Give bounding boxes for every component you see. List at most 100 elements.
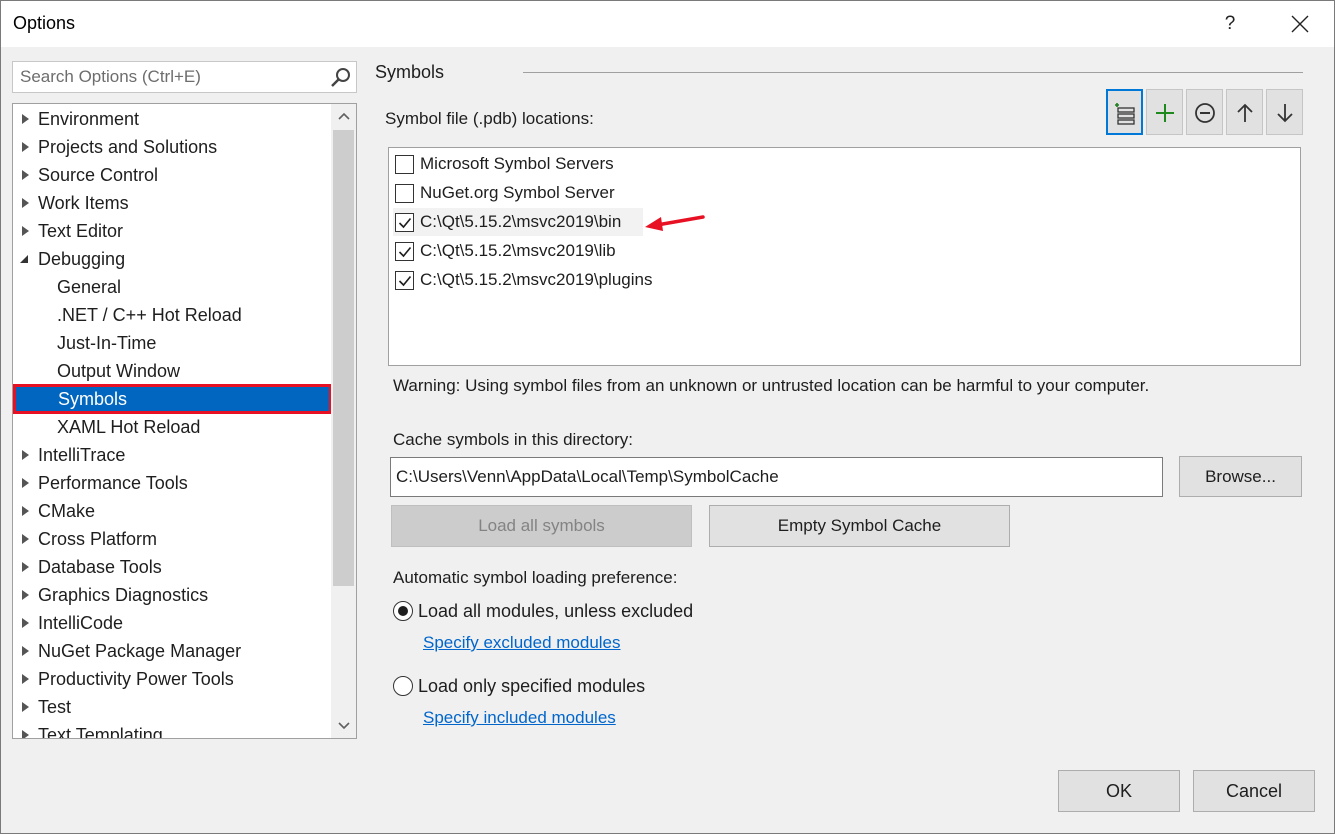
browse-button[interactable]: Browse...: [1179, 456, 1302, 497]
tree-item-net-c-hot-reload[interactable]: .NET / C++ Hot Reload: [13, 301, 331, 329]
tree-item-text-templating[interactable]: Text Templating: [13, 721, 331, 738]
tree-item-intellicode[interactable]: IntelliCode: [13, 609, 331, 637]
tree-item-label: Productivity Power Tools: [38, 669, 234, 689]
collapsed-triangle-icon[interactable]: [22, 450, 29, 460]
section-divider: [523, 72, 1303, 73]
empty-symbol-cache-button[interactable]: Empty Symbol Cache: [709, 505, 1010, 547]
collapsed-triangle-icon[interactable]: [22, 618, 29, 628]
tree-scrollbar[interactable]: [331, 104, 356, 738]
scroll-up-button[interactable]: [331, 104, 356, 128]
tree-item-xaml-hot-reload[interactable]: XAML Hot Reload: [13, 413, 331, 441]
security-warning: Warning: Using symbol files from an unkn…: [393, 376, 1150, 395]
tree-item-graphics-diagnostics[interactable]: Graphics Diagnostics: [13, 581, 331, 609]
symbol-location-row[interactable]: Microsoft Symbol Servers: [393, 150, 993, 178]
symbol-location-row[interactable]: NuGet.org Symbol Server: [393, 179, 993, 207]
add-location-button[interactable]: [1146, 89, 1183, 135]
remove-location-button[interactable]: [1186, 89, 1223, 135]
tree-item-source-control[interactable]: Source Control: [13, 161, 331, 189]
close-button[interactable]: [1277, 1, 1323, 47]
new-folder-button[interactable]: [1106, 89, 1143, 135]
remove-icon: [1195, 103, 1215, 123]
tree-item-projects-and-solutions[interactable]: Projects and Solutions: [13, 133, 331, 161]
tree-item-cross-platform[interactable]: Cross Platform: [13, 525, 331, 553]
window-title: Options: [13, 13, 76, 33]
cache-directory-label: Cache symbols in this directory:: [393, 430, 633, 449]
move-down-button[interactable]: [1266, 89, 1303, 135]
chevron-down-icon: [337, 722, 350, 730]
tree-item-nuget-package-manager[interactable]: NuGet Package Manager: [13, 637, 331, 665]
symbol-location-label: C:\Qt\5.15.2\msvc2019\lib: [420, 241, 616, 260]
collapsed-triangle-icon[interactable]: [22, 674, 29, 684]
tree-item-performance-tools[interactable]: Performance Tools: [13, 469, 331, 497]
tree-item-productivity-power-tools[interactable]: Productivity Power Tools: [13, 665, 331, 693]
tree-item-symbols[interactable]: Symbols: [13, 384, 332, 414]
symbol-location-checkbox[interactable]: [395, 242, 414, 261]
specify-excluded-modules-link[interactable]: Specify excluded modules: [423, 633, 621, 653]
tree-item-output-window[interactable]: Output Window: [13, 357, 331, 385]
tree-item-test[interactable]: Test: [13, 693, 331, 721]
collapsed-triangle-icon[interactable]: [22, 170, 29, 180]
collapsed-triangle-icon[interactable]: [22, 702, 29, 712]
collapsed-triangle-icon[interactable]: [22, 198, 29, 208]
cancel-button[interactable]: Cancel: [1193, 770, 1315, 812]
symbol-location-row[interactable]: C:\Qt\5.15.2\msvc2019\plugins: [393, 266, 993, 294]
loading-preference-label: Automatic symbol loading preference:: [393, 568, 678, 587]
load-all-modules-label[interactable]: Load all modules, unless excluded: [418, 601, 693, 622]
expanded-triangle-icon[interactable]: [20, 255, 28, 263]
tree-item-general[interactable]: General: [13, 273, 331, 301]
tree-item-environment[interactable]: Environment: [13, 105, 331, 133]
specify-included-modules-link[interactable]: Specify included modules: [423, 708, 616, 728]
tree-item-label: Debugging: [38, 249, 126, 269]
add-icon: [1156, 104, 1174, 122]
symbol-location-row[interactable]: C:\Qt\5.15.2\msvc2019\lib: [393, 237, 993, 265]
section-title: Symbols: [375, 62, 445, 82]
tree-item-label: Database Tools: [38, 557, 162, 577]
collapsed-triangle-icon[interactable]: [22, 534, 29, 544]
tree-item-text-editor[interactable]: Text Editor: [13, 217, 331, 245]
close-icon: [1291, 15, 1309, 33]
help-button[interactable]: ?: [1207, 1, 1253, 47]
collapsed-triangle-icon[interactable]: [22, 226, 29, 236]
scroll-thumb[interactable]: [333, 130, 354, 586]
cache-directory-input[interactable]: [390, 457, 1163, 497]
checkmark-icon: [398, 275, 412, 287]
tree-item-just-in-time[interactable]: Just-In-Time: [13, 329, 331, 357]
collapsed-triangle-icon[interactable]: [22, 562, 29, 572]
move-up-button[interactable]: [1226, 89, 1263, 135]
collapsed-triangle-icon[interactable]: [22, 506, 29, 516]
tree-item-work-items[interactable]: Work Items: [13, 189, 331, 217]
symbol-location-checkbox[interactable]: [395, 184, 414, 203]
tree-item-label: Projects and Solutions: [38, 137, 218, 157]
ok-button[interactable]: OK: [1058, 770, 1180, 812]
search-icon[interactable]: [330, 66, 352, 88]
collapsed-triangle-icon[interactable]: [22, 730, 29, 738]
tree-item-label: Cross Platform: [38, 529, 158, 549]
tree-item-database-tools[interactable]: Database Tools: [13, 553, 331, 581]
checkmark-icon: [398, 217, 412, 229]
tree-item-intellitrace[interactable]: IntelliTrace: [13, 441, 331, 469]
tree-item-label: .NET / C++ Hot Reload: [57, 305, 242, 325]
search-input[interactable]: [13, 62, 323, 92]
collapsed-triangle-icon[interactable]: [22, 114, 29, 124]
tree-item-label: Environment: [38, 109, 140, 129]
tree-item-cmake[interactable]: CMake: [13, 497, 331, 525]
arrow-up-icon: [1237, 103, 1253, 122]
symbol-location-checkbox[interactable]: [395, 213, 414, 232]
collapsed-triangle-icon[interactable]: [22, 646, 29, 656]
load-all-symbols-button[interactable]: Load all symbols: [391, 505, 692, 547]
load-only-specified-radio[interactable]: [393, 676, 413, 696]
tree-item-label: Performance Tools: [38, 473, 188, 493]
collapsed-triangle-icon[interactable]: [22, 478, 29, 488]
tree-item-debugging[interactable]: Debugging: [13, 245, 331, 273]
collapsed-triangle-icon[interactable]: [22, 590, 29, 600]
symbol-location-checkbox[interactable]: [395, 155, 414, 174]
load-only-specified-label[interactable]: Load only specified modules: [418, 676, 645, 697]
scroll-down-button[interactable]: [331, 714, 356, 738]
options-tree: Environment Projects and Solutions Source …: [12, 103, 357, 739]
collapsed-triangle-icon[interactable]: [22, 142, 29, 152]
tree-item-label: Just-In-Time: [57, 333, 157, 353]
symbol-locations-list: Microsoft Symbol Servers NuGet.org Symbol…: [388, 147, 1301, 366]
load-all-modules-radio[interactable]: [393, 601, 413, 621]
symbol-location-row[interactable]: C:\Qt\5.15.2\msvc2019\bin: [393, 208, 643, 236]
symbol-location-checkbox[interactable]: [395, 271, 414, 290]
